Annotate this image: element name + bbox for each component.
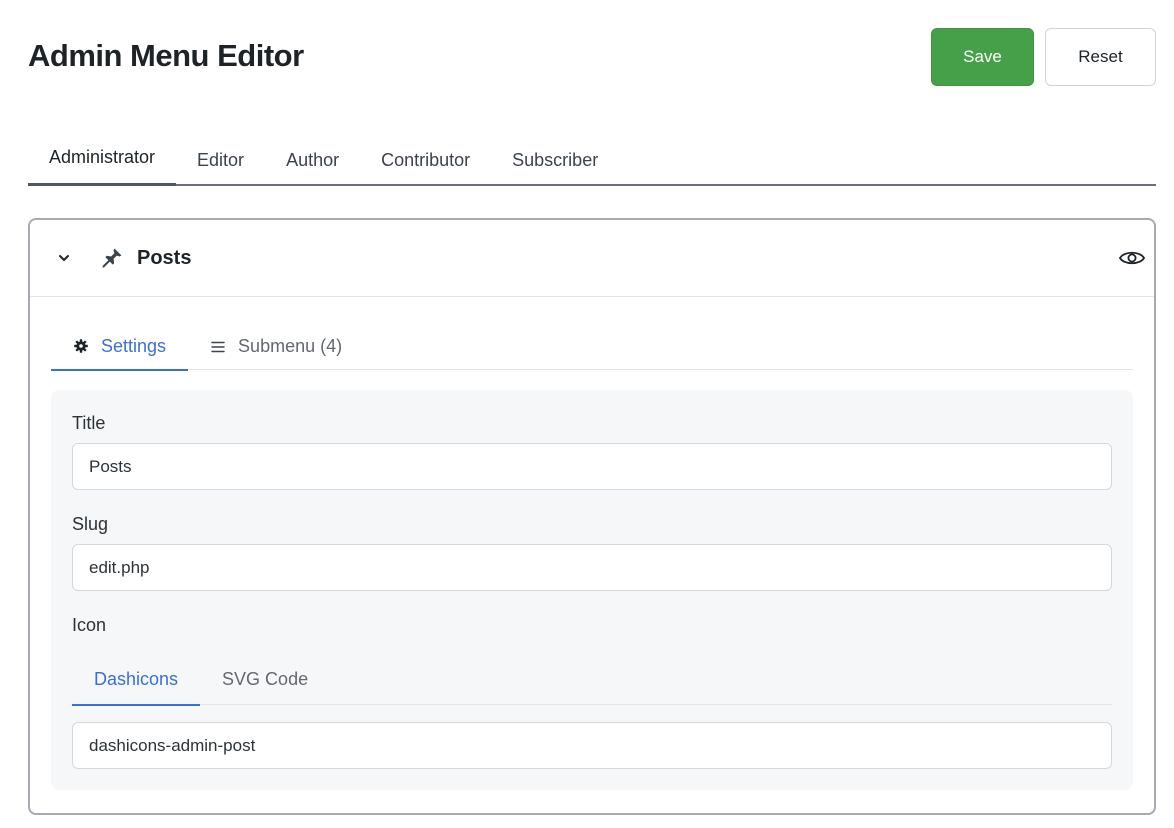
tab-settings[interactable]: Settings xyxy=(51,323,189,371)
reset-button[interactable]: Reset xyxy=(1045,28,1156,86)
title-label: Title xyxy=(72,413,106,433)
tab-submenu[interactable]: Submenu (4) xyxy=(188,323,364,370)
tab-dashicons[interactable]: Dashicons xyxy=(72,654,201,706)
menu-item-header[interactable]: Posts xyxy=(30,220,1154,297)
tab-svg-code[interactable]: SVG Code xyxy=(200,654,330,705)
eye-icon[interactable] xyxy=(1118,246,1146,270)
gear-icon xyxy=(74,339,88,353)
slug-label: Slug xyxy=(72,514,109,534)
menu-item-title: Posts xyxy=(137,247,192,269)
menu-item-card: Posts Settings Submenu (4) Title Posts S… xyxy=(28,218,1156,815)
tab-settings-label: Settings xyxy=(101,335,167,356)
chevron-down-icon[interactable] xyxy=(56,250,72,266)
icon-label: Icon xyxy=(72,615,107,635)
tab-contributor[interactable]: Contributor xyxy=(360,136,491,184)
title-input[interactable]: Posts xyxy=(72,443,1112,490)
tab-submenu-label: Submenu (4) xyxy=(238,336,343,356)
tab-administrator[interactable]: Administrator xyxy=(28,136,177,186)
page-title: Admin Menu Editor xyxy=(28,38,304,73)
save-button[interactable]: Save xyxy=(931,28,1034,86)
slug-input[interactable]: edit.php xyxy=(72,544,1112,591)
tab-author[interactable]: Author xyxy=(265,136,360,184)
tab-editor[interactable]: Editor xyxy=(176,136,265,184)
icon-source-tabs: Dashicons SVG Code xyxy=(72,654,1112,706)
dashicon-input[interactable]: dashicons-admin-post xyxy=(72,722,1112,769)
menu-item-tabs: Settings Submenu (4) xyxy=(51,323,1133,371)
role-tabs: Administrator Editor Author Contributor … xyxy=(28,136,1156,186)
tab-subscriber[interactable]: Subscriber xyxy=(491,136,619,184)
pin-icon xyxy=(102,248,122,268)
list-icon xyxy=(211,341,225,352)
settings-panel: Title Posts Slug edit.php Icon Dashicons… xyxy=(51,390,1133,790)
